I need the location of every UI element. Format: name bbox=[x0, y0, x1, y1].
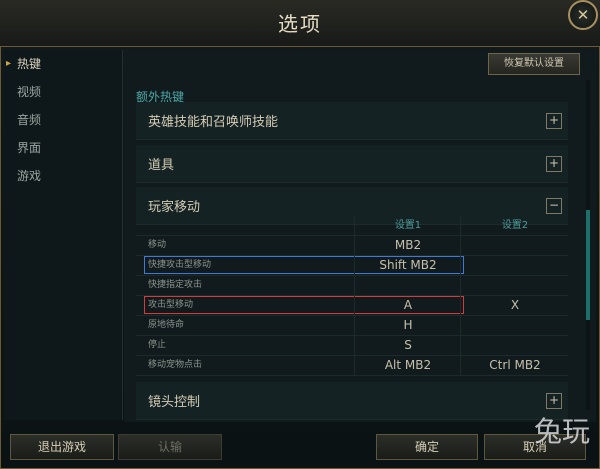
sidebar-item-hotkeys[interactable]: 热键 bbox=[4, 50, 122, 78]
table-row: 原地待命 H bbox=[136, 316, 568, 336]
action-label: 停止 bbox=[148, 340, 167, 350]
window-title: 选项 bbox=[278, 12, 322, 36]
exit-game-button[interactable]: 退出游戏 bbox=[10, 434, 114, 460]
action-label: 移动 bbox=[148, 240, 167, 250]
binding-setting2[interactable] bbox=[460, 316, 569, 335]
sidebar: 热键 视频 音频 界面 游戏 bbox=[4, 50, 123, 420]
sidebar-item-interface[interactable]: 界面 bbox=[4, 134, 122, 162]
title-bar: 选项 bbox=[0, 0, 600, 47]
expand-icon[interactable]: + bbox=[546, 156, 562, 172]
binding-setting2[interactable]: Ctrl MB2 bbox=[460, 356, 569, 375]
table-row: 移动 MB2 bbox=[136, 236, 568, 256]
binding-setting1[interactable] bbox=[354, 276, 461, 295]
binding-setting2[interactable] bbox=[460, 276, 569, 295]
binding-setting1[interactable]: S bbox=[354, 336, 461, 355]
binding-setting2[interactable] bbox=[460, 336, 569, 355]
binding-setting1[interactable]: Shift MB2 bbox=[354, 256, 461, 275]
binding-setting1[interactable]: MB2 bbox=[354, 236, 461, 255]
binding-setting2[interactable]: X bbox=[460, 296, 569, 315]
scrollbar-thumb[interactable] bbox=[586, 210, 590, 320]
group-title: 玩家移动 bbox=[148, 200, 201, 215]
sidebar-item-game[interactable]: 游戏 bbox=[4, 162, 122, 190]
table-row: 快捷指定攻击 bbox=[136, 276, 568, 296]
watermark: 兔玩 bbox=[533, 415, 590, 448]
group-champion-abilities[interactable]: 英雄技能和召唤师技能 + bbox=[136, 102, 568, 140]
table-header: 设置1 设置2 bbox=[136, 216, 568, 236]
sidebar-item-audio[interactable]: 音频 bbox=[4, 106, 122, 134]
group-title: 道具 bbox=[148, 158, 175, 173]
close-icon: ✕ bbox=[576, 6, 590, 24]
table-row: 快捷攻击型移动 Shift MB2 bbox=[136, 256, 568, 276]
movement-hotkey-table: 设置1 设置2 移动 MB2 快捷攻击型移动 Shift MB2 快捷指定攻击 … bbox=[136, 216, 568, 376]
action-label: 攻击型移动 bbox=[148, 300, 194, 310]
binding-setting2[interactable] bbox=[460, 256, 569, 275]
table-row: 停止 S bbox=[136, 336, 568, 356]
group-camera-control[interactable]: 镜头控制 + bbox=[136, 382, 568, 420]
group-items[interactable]: 道具 + bbox=[136, 145, 568, 183]
restore-defaults-button[interactable]: 恢复默认设置 bbox=[488, 53, 580, 75]
hotkeys-panel: 恢复默认设置 额外热键 英雄技能和召唤师技能 + 道具 + 玩家移动 − 设置1… bbox=[124, 50, 596, 422]
binding-setting1[interactable]: H bbox=[354, 316, 461, 335]
header-setting1: 设置1 bbox=[354, 216, 461, 235]
action-label: 快捷攻击型移动 bbox=[148, 260, 212, 270]
action-label: 原地待命 bbox=[148, 320, 185, 330]
sidebar-item-video[interactable]: 视频 bbox=[4, 78, 122, 106]
ok-button[interactable]: 确定 bbox=[376, 434, 478, 460]
expand-icon[interactable]: + bbox=[546, 113, 562, 129]
collapse-icon[interactable]: − bbox=[546, 198, 562, 214]
surrender-button[interactable]: 认输 bbox=[118, 434, 222, 460]
binding-setting2[interactable] bbox=[460, 236, 569, 255]
binding-setting1[interactable]: Alt MB2 bbox=[354, 356, 461, 375]
binding-setting1[interactable]: A bbox=[354, 296, 461, 315]
table-row: 攻击型移动 A X bbox=[136, 296, 568, 316]
table-row: 移动宠物点击 Alt MB2 Ctrl MB2 bbox=[136, 356, 568, 376]
group-title: 英雄技能和召唤师技能 bbox=[148, 115, 279, 130]
group-title: 镜头控制 bbox=[148, 395, 201, 410]
action-label: 移动宠物点击 bbox=[148, 360, 203, 370]
action-label: 快捷指定攻击 bbox=[148, 280, 203, 290]
header-setting2: 设置2 bbox=[460, 216, 569, 235]
close-button[interactable]: ✕ bbox=[568, 0, 598, 30]
expand-icon[interactable]: + bbox=[546, 393, 562, 409]
